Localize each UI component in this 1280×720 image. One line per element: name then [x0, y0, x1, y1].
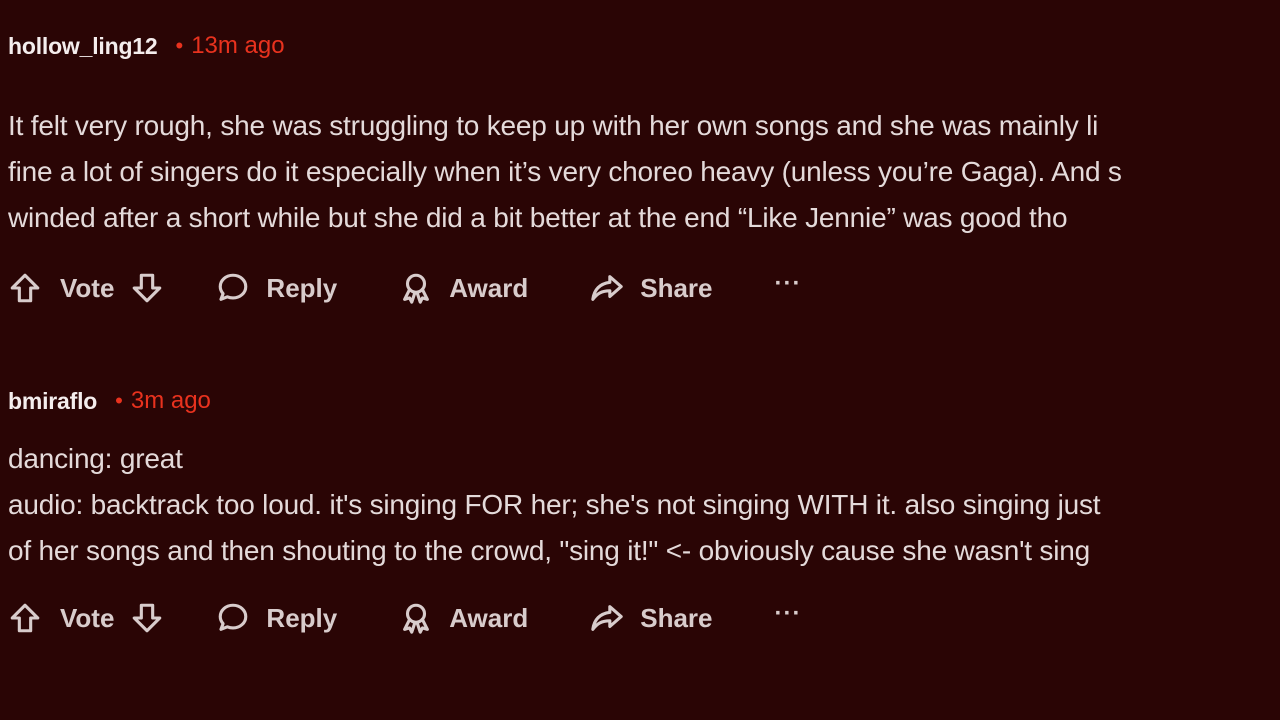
- share-button[interactable]: Share: [590, 271, 713, 305]
- award-ribbon-icon: [403, 603, 430, 634]
- comment-meta: hollow_ling12 • 13m ago: [8, 28, 1280, 64]
- reply-button[interactable]: Reply: [216, 601, 337, 635]
- meta-separator: •: [175, 33, 184, 58]
- comment: hollow_ling12 • 13m ago It felt very rou…: [8, 28, 1280, 313]
- comment: bmiraflo • 3m ago dancing: great audio: …: [8, 383, 1280, 643]
- comment-timestamp: 3m ago: [130, 387, 211, 414]
- vote-group: Vote: [8, 601, 164, 635]
- reply-button[interactable]: Reply: [216, 271, 337, 305]
- comment-body: dancing: great audio: backtrack too loud…: [8, 436, 1280, 574]
- vote-group: Vote: [8, 271, 164, 305]
- comment-feed: hollow_ling12 • 13m ago It felt very rou…: [0, 0, 1280, 720]
- award-button[interactable]: Award: [399, 271, 528, 305]
- more-options-button[interactable]: ···: [775, 600, 802, 628]
- comment-actions: Vote Reply Award Share ···: [8, 593, 1280, 643]
- comment-line: dancing: great: [8, 443, 183, 474]
- comment-line: winded after a short while but she did a…: [8, 202, 1068, 233]
- arrow-down-icon: [133, 603, 162, 633]
- downvote-button[interactable]: [130, 601, 164, 635]
- comment-meta: bmiraflo • 3m ago: [8, 383, 1280, 419]
- share-button[interactable]: Share: [590, 601, 713, 635]
- award-ribbon-icon: [403, 273, 430, 304]
- reply-label: Reply: [266, 272, 338, 303]
- comment-body: It felt very rough, she was struggling t…: [8, 103, 1280, 241]
- vote-label: Vote: [60, 602, 115, 633]
- upvote-button[interactable]: [8, 601, 42, 635]
- award-label: Award: [449, 602, 529, 633]
- speech-bubble-icon: [219, 273, 248, 301]
- share-label: Share: [640, 602, 713, 633]
- comment-line: fine a lot of singers do it especially w…: [8, 156, 1122, 187]
- speech-bubble-icon: [219, 603, 248, 631]
- comment-author[interactable]: hollow_ling12: [8, 33, 158, 60]
- arrow-up-icon: [10, 273, 40, 303]
- more-options-button[interactable]: ···: [775, 270, 802, 298]
- award-label: Award: [449, 272, 529, 303]
- share-arrow-icon: [591, 605, 623, 631]
- downvote-button[interactable]: [130, 271, 164, 305]
- comment-author[interactable]: bmiraflo: [8, 388, 97, 415]
- arrow-up-icon: [10, 603, 40, 633]
- comment-line: audio: backtrack too loud. it's singing …: [8, 489, 1101, 520]
- arrow-down-icon: [133, 273, 162, 303]
- comment-timestamp: 13m ago: [191, 32, 285, 59]
- meta-separator: •: [115, 388, 123, 413]
- reply-label: Reply: [266, 602, 338, 633]
- upvote-button[interactable]: [8, 271, 42, 305]
- vote-label: Vote: [60, 272, 115, 303]
- comment-line: It felt very rough, she was struggling t…: [8, 110, 1099, 141]
- share-arrow-icon: [591, 275, 623, 301]
- comment-actions: Vote Reply Award Share ···: [8, 263, 1280, 313]
- comment-line: of her songs and then shouting to the cr…: [8, 535, 1090, 566]
- award-button[interactable]: Award: [399, 601, 528, 635]
- share-label: Share: [640, 272, 713, 303]
